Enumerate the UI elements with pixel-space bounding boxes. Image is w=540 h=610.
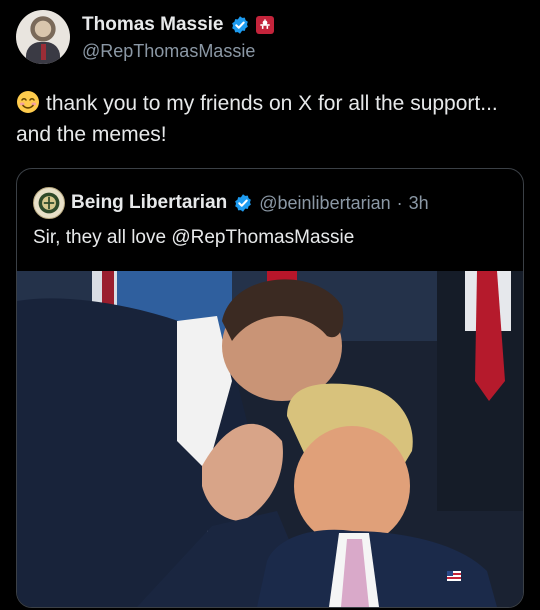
avatar-tie-shape [41,44,46,60]
post-text: thank you to my friends on X for all the… [16,88,526,150]
quoted-author-avatar[interactable] [33,187,65,219]
quoted-post-card[interactable]: Being Libertarian @beinlibertarian · 3h … [16,168,524,608]
verified-badge-icon [231,16,248,34]
author-display-name[interactable]: Thomas Massie [82,14,224,36]
government-badge-icon [255,16,274,34]
author-handle[interactable]: @RepThomasMassie [82,41,255,62]
author-name-row: Thomas Massie [82,14,274,36]
quoted-verified-badge-icon [235,194,252,212]
author-avatar[interactable] [16,10,70,64]
quoted-post-time[interactable]: 3h [409,193,429,214]
smiling-face-icon [17,91,39,113]
quoted-post-photo[interactable] [17,271,523,607]
quoted-author-handle[interactable]: @beinlibertarian [259,193,390,214]
post-header: Thomas Massie @RepThomasMassie [16,10,526,68]
post-text-body: thank you to my friends on X for all the… [16,92,498,146]
meta-separator: · [396,192,403,213]
quoted-author-display-name[interactable]: Being Libertarian [71,192,227,214]
quoted-post-text: Sir, they all love @RepThomasMassie [33,227,355,248]
quoted-post-header: Being Libertarian @beinlibertarian · 3h [33,187,429,219]
